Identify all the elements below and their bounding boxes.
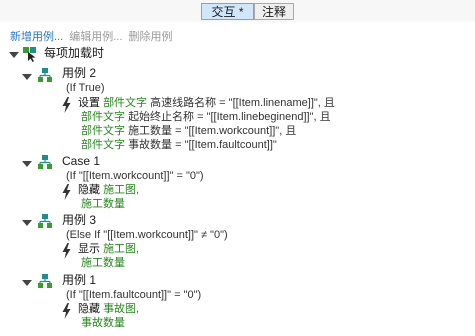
action-target: 施工图,: [103, 243, 140, 255]
action-text[interactable]: 显示 施工图,: [78, 243, 139, 256]
action-text[interactable]: 隐藏 事故图,: [78, 303, 139, 316]
action-verb: 隐藏: [78, 303, 100, 315]
expand-arrow-icon[interactable]: [9, 52, 19, 58]
case-condition: (If True): [66, 82, 105, 94]
case-condition: (If "[[Item.faultcount]]" = "0"): [66, 289, 202, 301]
expand-arrow-icon[interactable]: [22, 220, 32, 226]
event-label[interactable]: 每项加载时: [44, 47, 104, 60]
expand-arrow-icon[interactable]: [22, 280, 32, 286]
lightning-icon: [62, 303, 71, 319]
action-detail: 高速线路名称 = "[[Item.linename]]", 且: [150, 97, 335, 109]
case-tree-icon: [38, 274, 52, 288]
action-target: 部件文字: [81, 139, 125, 151]
action-verb: 显示: [78, 243, 100, 255]
expand-arrow-icon[interactable]: [22, 74, 32, 80]
tab-bar: 交互 * 注释: [0, 0, 475, 22]
action-line: 部件文字 起始终止名称 = "[[Item.linebeginend]]", 且: [81, 111, 331, 124]
action-line: 部件文字 事故数量 = "[[Item.faultcount]]": [81, 139, 277, 152]
case-label[interactable]: 用例 2: [62, 67, 96, 80]
action-line: 部件文字 施工数量 = "[[Item.workcount]]", 且: [81, 125, 296, 138]
action-target: 事故数量: [81, 317, 125, 329]
action-verb: 设置: [78, 97, 100, 109]
case-label[interactable]: 用例 1: [62, 274, 96, 287]
case-tree-icon: [38, 155, 52, 169]
action-text[interactable]: 隐藏 施工图,: [78, 184, 139, 197]
case-condition: (If "[[Item.workcount]]" = "0"): [66, 170, 204, 182]
action-text[interactable]: 设置 部件文字 高速线路名称 = "[[Item.linename]]", 且: [78, 97, 335, 110]
case-label[interactable]: 用例 3: [62, 214, 96, 227]
tab-interaction[interactable]: 交互 *: [201, 3, 254, 20]
cursor-event-icon: [23, 47, 36, 62]
interaction-tree: 每项加载时 用例 2 (If True) 设置 部件文字 高速线路名称 = "[…: [0, 40, 475, 336]
expand-arrow-icon[interactable]: [22, 161, 32, 167]
action-target: 事故图,: [103, 303, 140, 315]
action-detail: 事故数量 = "[[Item.faultcount]]": [128, 139, 277, 151]
action-target: 部件文字: [103, 97, 148, 109]
lightning-icon: [62, 97, 71, 113]
tab-notes[interactable]: 注释: [254, 3, 294, 20]
lightning-icon: [62, 184, 71, 200]
case-tree-icon: [38, 214, 52, 228]
action-detail: 起始终止名称 = "[[Item.linebeginend]]", 且: [128, 111, 331, 123]
action-target: 施工图,: [103, 184, 140, 196]
action-target: 部件文字: [81, 111, 125, 123]
case-tree-icon: [38, 68, 52, 82]
action-target: 施工数量: [81, 257, 125, 269]
case-condition: (Else If "[[Item.workcount]]" ≠ "0"): [66, 229, 228, 241]
lightning-icon: [62, 243, 71, 259]
case-label[interactable]: Case 1: [62, 155, 100, 168]
action-verb: 隐藏: [78, 184, 100, 196]
action-target: 部件文字: [81, 125, 125, 137]
action-target: 施工数量: [81, 198, 125, 210]
action-detail: 施工数量 = "[[Item.workcount]]", 且: [128, 125, 297, 137]
